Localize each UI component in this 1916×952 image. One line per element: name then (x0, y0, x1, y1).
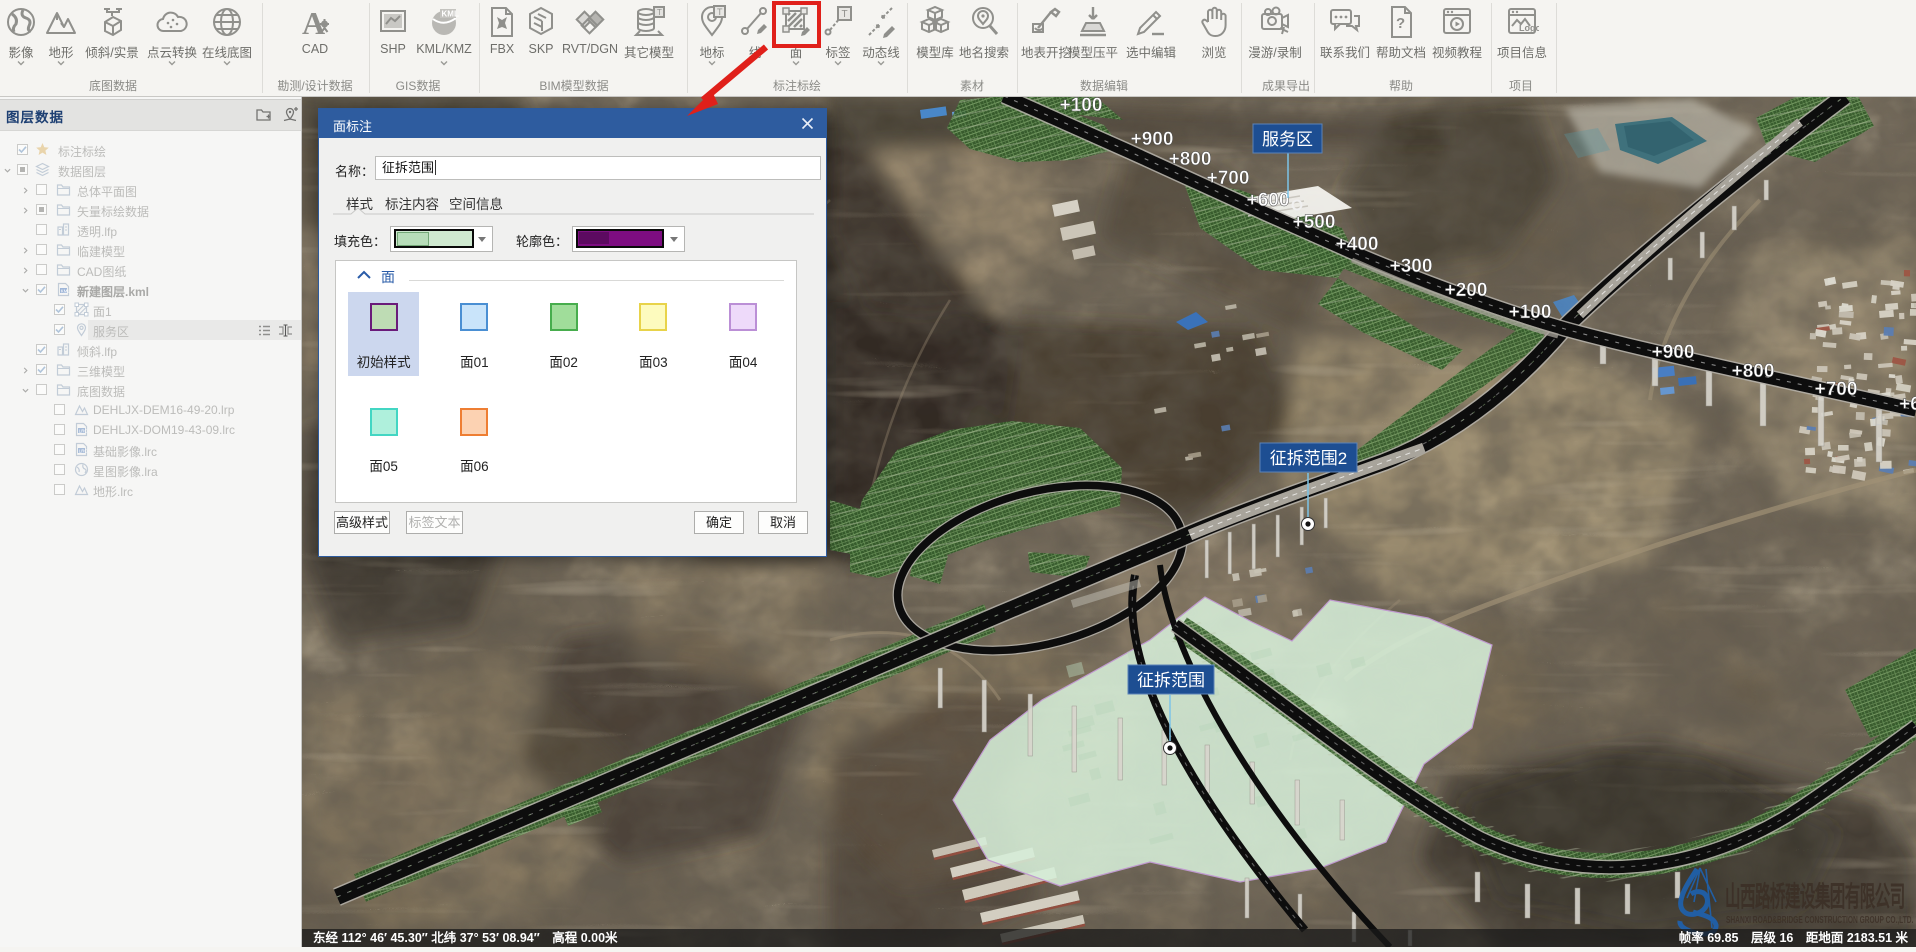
svg-text:LRC: LRC (79, 448, 89, 453)
svg-text:?: ? (1396, 15, 1405, 32)
svg-text:+500: +500 (1293, 212, 1336, 233)
svg-text:+200: +200 (1445, 280, 1488, 301)
svg-text:KML: KML (442, 10, 459, 19)
svg-text:KML: KML (61, 288, 71, 293)
svg-text:+700: +700 (1207, 168, 1250, 189)
svg-text:服务区: 服务区 (1262, 130, 1313, 149)
svg-text:+800: +800 (1169, 149, 1212, 170)
svg-text:+100: +100 (1509, 302, 1552, 323)
svg-text:Logo: Logo (1519, 23, 1539, 33)
svg-text:东经 112° 46′ 45.30″ 北纬 37° 53′: 东经 112° 46′ 45.30″ 北纬 37° 53′ 08.94″ 高程 … (313, 930, 618, 945)
svg-text:+300: +300 (1390, 256, 1433, 277)
svg-text:LRC: LRC (79, 428, 89, 433)
svg-text:SHANXI ROAD&BRIDGE CONSTRUCTIO: SHANXI ROAD&BRIDGE CONSTRUCTION GROUP CO… (1726, 913, 1913, 925)
svg-text:+6: +6 (1899, 394, 1916, 415)
svg-text:帧率 69.85 层级 16 距地面 2183.51 米: 帧率 69.85 层级 16 距地面 2183.51 米 (1679, 930, 1909, 945)
svg-text:征拆范围: 征拆范围 (1137, 671, 1205, 690)
svg-text:T: T (717, 7, 723, 17)
svg-text:T: T (842, 9, 848, 20)
svg-text:+900: +900 (1652, 342, 1695, 363)
svg-text:+900: +900 (1131, 129, 1174, 150)
svg-text:征拆范围2: 征拆范围2 (1270, 449, 1347, 468)
svg-text:+600: +600 (1247, 190, 1290, 211)
svg-text:+800: +800 (1732, 361, 1775, 382)
svg-text:+400: +400 (1336, 234, 1379, 255)
svg-text:山西路桥建设集团有限公司: 山西路桥建设集团有限公司 (1725, 880, 1905, 912)
svg-text:T: T (657, 8, 662, 17)
svg-text:+100: +100 (1060, 96, 1103, 116)
svg-text:+700: +700 (1815, 379, 1858, 400)
